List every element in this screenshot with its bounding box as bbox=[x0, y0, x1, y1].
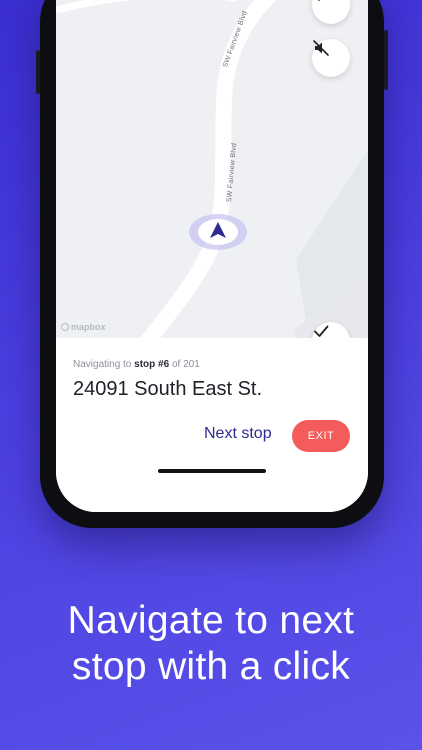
location-puck bbox=[189, 214, 247, 250]
home-indicator[interactable] bbox=[158, 469, 266, 473]
promo-headline: Navigate to next stop with a click bbox=[0, 598, 422, 690]
speaker-muted-icon bbox=[313, 40, 329, 56]
promo-headline-line-2: stop with a click bbox=[71, 645, 351, 688]
next-stop-button[interactable]: Next stop bbox=[204, 425, 272, 443]
stop-number: stop #6 bbox=[134, 359, 170, 370]
swap-arrows-icon bbox=[317, 0, 320, 1]
exit-button[interactable]: EXIT bbox=[292, 420, 350, 452]
phone-frame: SW Fairview Blvd SW Fairview Blvd mapbox… bbox=[36, 0, 388, 528]
mute-button[interactable] bbox=[312, 39, 350, 77]
mapbox-attribution-text: mapbox bbox=[71, 322, 106, 332]
stop-address: 24091 South East St. bbox=[73, 378, 263, 400]
mapbox-logo-icon bbox=[61, 323, 69, 331]
phone-side-button bbox=[36, 50, 40, 94]
navigation-prefix: Navigating to bbox=[73, 359, 132, 370]
navigation-sheet: Navigating to stop #6 of 201 24091 South… bbox=[56, 338, 368, 512]
app-screen: SW Fairview Blvd SW Fairview Blvd mapbox… bbox=[56, 0, 368, 512]
stop-total: of 201 bbox=[171, 359, 200, 370]
map-main-road bbox=[118, 0, 277, 370]
map-side-road bbox=[56, 0, 236, 14]
map-view[interactable]: SW Fairview Blvd SW Fairview Blvd mapbox bbox=[56, 0, 368, 370]
navigation-status: Navigating to stop #6 of 201 bbox=[73, 359, 200, 370]
phone-side-button bbox=[384, 30, 388, 90]
mapbox-attribution[interactable]: mapbox bbox=[61, 322, 106, 332]
promo-headline-line-1: Navigate to next bbox=[67, 599, 355, 642]
